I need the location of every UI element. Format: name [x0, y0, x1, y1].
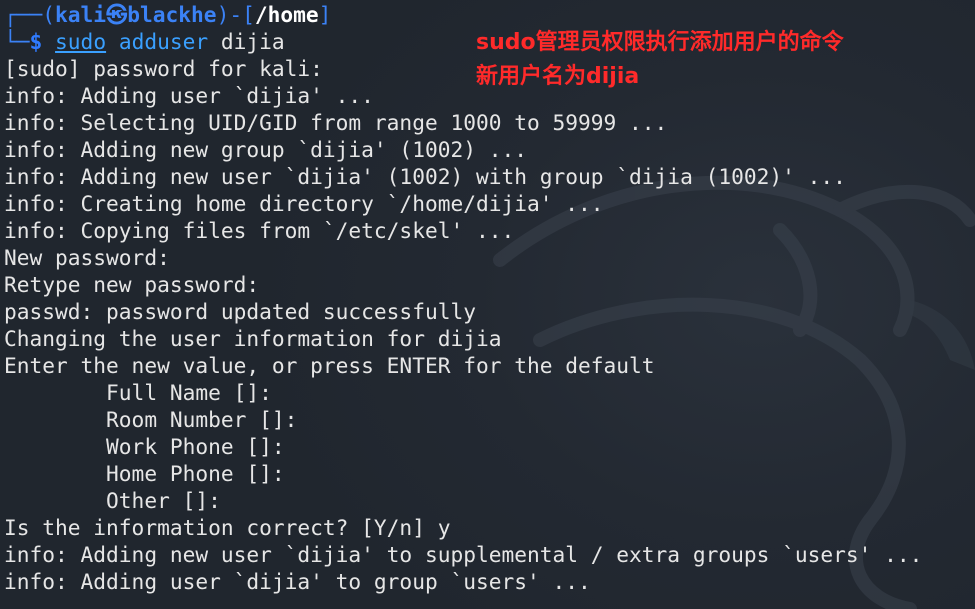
output-line: Is the information correct? [Y/n] y: [4, 515, 451, 540]
output-line: Other []:: [4, 488, 221, 513]
prompt-path: /home: [254, 2, 319, 27]
prompt-mid: )-[: [216, 2, 255, 27]
terminal-output: [sudo] password for kali: info: Adding us…: [0, 55, 975, 595]
output-line: info: Adding new group `dijia' (1002) ..…: [4, 137, 527, 162]
output-line: info: Adding user `dijia' to group `user…: [4, 569, 591, 594]
prompt-dollar: $: [29, 29, 43, 54]
output-line: New password:: [4, 245, 170, 270]
prompt-line-top: ┌──(kali㉿blackhe)-[/home]: [0, 1, 975, 28]
output-line: Changing the user information for dijia: [4, 326, 502, 351]
prompt-host: blackhe: [127, 2, 217, 27]
output-line: info: Adding new user `dijia' to supplem…: [4, 542, 923, 567]
output-line: info: Creating home directory `/home/dij…: [4, 191, 604, 216]
output-line: Retype new password:: [4, 272, 260, 297]
output-line: info: Adding new user `dijia' (1002) wit…: [4, 164, 846, 189]
output-line: passwd: password updated successfully: [4, 299, 476, 324]
prompt-end: ]: [318, 2, 332, 27]
command-sudo: sudo: [55, 29, 107, 54]
output-line: Work Phone []:: [4, 434, 285, 459]
annotation-line-1: sudo管理员权限执行添加用户的命令: [476, 30, 844, 55]
prompt-corner-bottom: └─: [4, 29, 30, 54]
output-line: Room Number []:: [4, 407, 298, 432]
prompt-at-icon: ㉿: [106, 2, 128, 27]
annotation-line-2: 新用户名为dijia: [476, 64, 640, 89]
command-adduser: adduser: [118, 29, 209, 54]
output-line: Enter the new value, or press ENTER for …: [4, 353, 655, 378]
terminal-window[interactable]: ┌──(kali㉿blackhe)-[/home] └─$ sudo addus…: [0, 0, 975, 609]
output-line: Full Name []:: [4, 380, 272, 405]
output-line: info: Selecting UID/GID from range 1000 …: [4, 110, 668, 135]
prompt-corner-top: ┌──(: [4, 2, 56, 27]
command-arg: dijia: [220, 29, 285, 54]
output-line: Home Phone []:: [4, 461, 285, 486]
prompt-user: kali: [55, 2, 107, 27]
output-line: info: Copying files from `/etc/skel' ...: [4, 218, 515, 243]
